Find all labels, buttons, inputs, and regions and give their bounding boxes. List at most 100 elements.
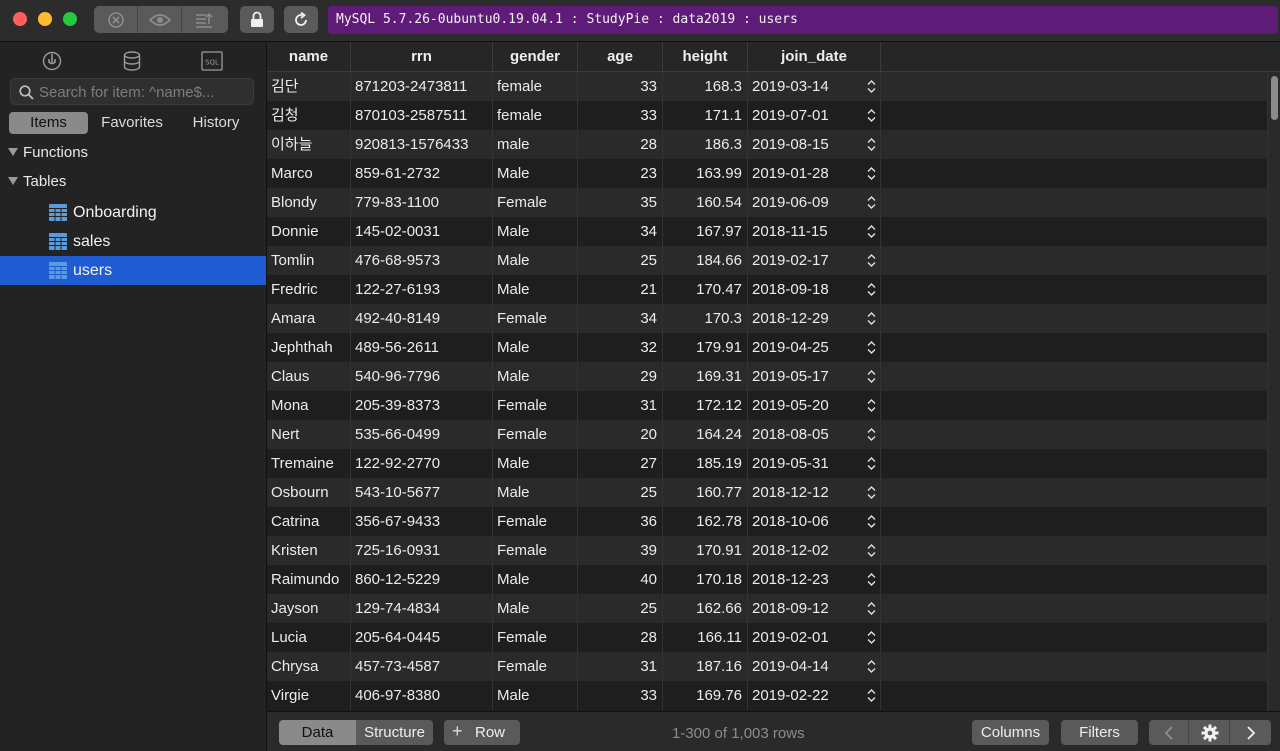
cell-age[interactable]: 36 <box>578 507 663 536</box>
tab-history[interactable]: History <box>178 112 254 134</box>
table-row[interactable]: Mona 205-39-8373 Female 31 172.12 2019-05-20 <box>267 391 1267 420</box>
table-row[interactable]: Claus 540-96-7796 Male 29 169.31 2019-05-17 <box>267 362 1267 391</box>
cell-name[interactable]: Chrysa <box>267 652 351 681</box>
cell-height[interactable]: 162.66 <box>663 594 748 623</box>
date-stepper-icon[interactable] <box>867 514 876 529</box>
cell-age[interactable]: 25 <box>578 594 663 623</box>
cell-join-date[interactable]: 2018-08-05 <box>748 420 881 449</box>
table-row[interactable]: Catrina 356-67-9433 Female 36 162.78 2018-10-… <box>267 507 1267 536</box>
table-row[interactable]: Tremaine 122-92-2770 Male 27 185.19 2019-05-3… <box>267 449 1267 478</box>
cell-height[interactable]: 170.91 <box>663 536 748 565</box>
cell-gender[interactable]: Female <box>493 507 578 536</box>
date-stepper-icon[interactable] <box>867 601 876 616</box>
column-header-gender[interactable]: gender <box>493 42 578 72</box>
date-stepper-icon[interactable] <box>867 195 876 210</box>
preview-button[interactable] <box>138 6 182 33</box>
add-row-button[interactable]: + Row <box>444 720 520 745</box>
cell-gender[interactable]: Male <box>493 275 578 304</box>
cell-rrn[interactable]: 871203-2473811 <box>351 72 493 101</box>
cell-join-date[interactable]: 2019-07-01 <box>748 101 881 130</box>
cell-height[interactable]: 185.19 <box>663 449 748 478</box>
cell-join-date[interactable]: 2019-06-09 <box>748 188 881 217</box>
cell-height[interactable]: 164.24 <box>663 420 748 449</box>
cell-rrn[interactable]: 492-40-8149 <box>351 304 493 333</box>
cell-rrn[interactable]: 489-56-2611 <box>351 333 493 362</box>
cell-gender[interactable]: Male <box>493 159 578 188</box>
cell-join-date[interactable]: 2018-11-15 <box>748 217 881 246</box>
cell-age[interactable]: 32 <box>578 333 663 362</box>
cell-gender[interactable]: Male <box>493 565 578 594</box>
cell-height[interactable]: 160.54 <box>663 188 748 217</box>
previous-page-button[interactable] <box>1149 720 1189 745</box>
cell-height[interactable]: 171.1 <box>663 101 748 130</box>
cell-age[interactable]: 20 <box>578 420 663 449</box>
cell-join-date[interactable]: 2019-04-14 <box>748 652 881 681</box>
table-row[interactable]: Chrysa 457-73-4587 Female 31 187.16 2019-04-1… <box>267 652 1267 681</box>
export-button[interactable] <box>182 6 226 33</box>
cell-gender[interactable]: Male <box>493 681 578 710</box>
cell-rrn[interactable]: 457-73-4587 <box>351 652 493 681</box>
cell-age[interactable]: 34 <box>578 217 663 246</box>
cell-age[interactable]: 34 <box>578 304 663 333</box>
cell-name[interactable]: Fredric <box>267 275 351 304</box>
date-stepper-icon[interactable] <box>867 688 876 703</box>
cell-rrn[interactable]: 859-61-2732 <box>351 159 493 188</box>
cell-age[interactable]: 33 <box>578 681 663 710</box>
functions-section[interactable]: Functions <box>8 142 88 164</box>
cell-name[interactable]: Mona <box>267 391 351 420</box>
table-row[interactable]: Lucia 205-64-0445 Female 28 166.11 2019-02-01 <box>267 623 1267 652</box>
cell-age[interactable]: 35 <box>578 188 663 217</box>
cell-join-date[interactable]: 2019-04-25 <box>748 333 881 362</box>
cell-age[interactable]: 29 <box>578 362 663 391</box>
date-stepper-icon[interactable] <box>867 456 876 471</box>
cell-rrn[interactable]: 920813-1576433 <box>351 130 493 159</box>
data-view-button[interactable]: Data <box>279 720 356 745</box>
cell-age[interactable]: 28 <box>578 623 663 652</box>
table-row[interactable]: 김청 870103-2587511 female 33 171.1 2019-07-01 <box>267 101 1267 130</box>
cell-age[interactable]: 25 <box>578 478 663 507</box>
date-stepper-icon[interactable] <box>867 427 876 442</box>
columns-button[interactable]: Columns <box>972 720 1049 745</box>
cell-name[interactable]: Donnie <box>267 217 351 246</box>
cell-rrn[interactable]: 540-96-7796 <box>351 362 493 391</box>
cell-age[interactable]: 21 <box>578 275 663 304</box>
date-stepper-icon[interactable] <box>867 282 876 297</box>
cell-age[interactable]: 40 <box>578 565 663 594</box>
search-input[interactable] <box>39 82 249 102</box>
cell-height[interactable]: 187.16 <box>663 652 748 681</box>
date-stepper-icon[interactable] <box>867 398 876 413</box>
cell-name[interactable]: 김단 <box>267 72 351 101</box>
cell-join-date[interactable]: 2019-01-28 <box>748 159 881 188</box>
cell-rrn[interactable]: 406-97-8380 <box>351 681 493 710</box>
cell-gender[interactable]: female <box>493 101 578 130</box>
zoom-window-button[interactable] <box>63 12 77 26</box>
date-stepper-icon[interactable] <box>867 137 876 152</box>
cell-gender[interactable]: Female <box>493 623 578 652</box>
minimize-window-button[interactable] <box>38 12 52 26</box>
cell-name[interactable]: Claus <box>267 362 351 391</box>
cell-rrn[interactable]: 122-27-6193 <box>351 275 493 304</box>
cell-join-date[interactable]: 2019-05-17 <box>748 362 881 391</box>
cell-name[interactable]: Tomlin <box>267 246 351 275</box>
cell-height[interactable]: 186.3 <box>663 130 748 159</box>
cell-join-date[interactable]: 2019-02-22 <box>748 681 881 710</box>
date-stepper-icon[interactable] <box>867 543 876 558</box>
cell-join-date[interactable]: 2019-03-14 <box>748 72 881 101</box>
cell-gender[interactable]: Female <box>493 188 578 217</box>
date-stepper-icon[interactable] <box>867 369 876 384</box>
cell-rrn[interactable]: 779-83-1100 <box>351 188 493 217</box>
column-header-age[interactable]: age <box>578 42 663 72</box>
cell-height[interactable]: 169.31 <box>663 362 748 391</box>
cell-gender[interactable]: Female <box>493 652 578 681</box>
cell-age[interactable]: 33 <box>578 101 663 130</box>
sidebar-item-sales[interactable]: sales <box>0 227 266 256</box>
cell-name[interactable]: Blondy <box>267 188 351 217</box>
date-stepper-icon[interactable] <box>867 659 876 674</box>
cell-height[interactable]: 166.11 <box>663 623 748 652</box>
column-header-name[interactable]: name <box>267 42 351 72</box>
cell-gender[interactable]: Female <box>493 304 578 333</box>
cell-name[interactable]: Jayson <box>267 594 351 623</box>
column-header-join-date[interactable]: join_date <box>748 42 881 72</box>
cell-rrn[interactable]: 476-68-9573 <box>351 246 493 275</box>
cell-height[interactable]: 170.47 <box>663 275 748 304</box>
